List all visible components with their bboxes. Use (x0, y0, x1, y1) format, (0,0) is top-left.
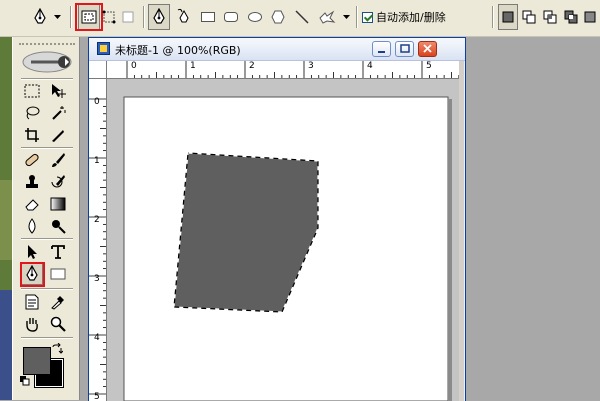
auto-add-delete-label: 自动添加/删除 (376, 11, 446, 24)
separator (356, 6, 357, 28)
horizontal-ruler[interactable]: 0 1 2 3 4 5 (107, 61, 459, 79)
options-bar: 自动添加/删除 (0, 0, 600, 37)
polygon-icon[interactable] (268, 5, 288, 29)
highlight-box (20, 262, 45, 287)
ruler-x-label: 4 (367, 61, 373, 71)
ruler-x-label: 3 (308, 61, 314, 71)
crop-icon[interactable] (22, 125, 42, 145)
default-colors-icon[interactable] (19, 375, 31, 387)
marquee-icon[interactable] (22, 81, 42, 101)
freeform-pen-icon[interactable] (174, 5, 194, 29)
ruler-x-label: 2 (249, 61, 255, 71)
swap-colors-icon[interactable] (51, 343, 63, 355)
healing-brush-icon[interactable] (22, 150, 42, 170)
separator (21, 147, 73, 148)
maximize-button[interactable] (395, 41, 414, 57)
ruler-y-label: 3 (94, 274, 100, 284)
vertical-ruler-ticks (89, 98, 106, 395)
adobe-logo-icon[interactable] (21, 50, 73, 74)
rectangle-icon[interactable] (198, 5, 218, 29)
ruler-y-label: 0 (94, 97, 100, 107)
document-window: 未标题-1 @ 100%(RGB) 0 1 2 3 4 5 0 1 2 3 4 … (88, 37, 466, 401)
horizontal-ruler-ticks (126, 61, 459, 78)
dodge-icon[interactable] (48, 216, 68, 236)
clone-stamp-icon[interactable] (22, 172, 42, 192)
dropdown-arrow-icon[interactable] (52, 5, 62, 29)
pen-icon[interactable] (148, 4, 170, 30)
eyedropper-icon[interactable] (48, 292, 68, 312)
rectangle-icon[interactable] (48, 264, 68, 284)
photoshop-doc-icon (97, 42, 110, 55)
dropdown-arrow-icon[interactable] (341, 5, 351, 29)
pen-tool-icon[interactable] (30, 5, 50, 29)
canvas-svg (123, 96, 452, 401)
ruler-corner[interactable] (89, 61, 107, 79)
ruler-y-label: 1 (94, 156, 100, 166)
type-icon[interactable] (48, 242, 68, 262)
gradient-icon[interactable] (48, 194, 68, 214)
canvas-area[interactable] (107, 79, 459, 401)
desktop-background (0, 180, 12, 260)
lasso-icon[interactable] (22, 103, 42, 123)
combine-icon[interactable] (583, 5, 597, 29)
subtract-icon[interactable] (520, 5, 538, 29)
vertical-ruler[interactable]: 0 1 2 3 4 5 (89, 79, 107, 401)
separator (492, 6, 493, 28)
canvas-shadow (448, 99, 452, 401)
close-button[interactable] (418, 41, 437, 57)
vertical-scrollbar[interactable] (459, 61, 464, 401)
magic-wand-icon[interactable] (48, 103, 68, 123)
foreground-color-swatch[interactable] (23, 347, 51, 375)
separator (21, 78, 73, 79)
auto-add-delete-option[interactable]: 自动添加/删除 (362, 9, 446, 25)
eraser-icon[interactable] (22, 194, 42, 214)
line-icon[interactable] (292, 5, 312, 29)
notes-icon[interactable] (22, 292, 42, 312)
exclude-icon[interactable] (562, 5, 580, 29)
ruler-x-label: 5 (426, 61, 432, 71)
separator (21, 238, 73, 239)
history-brush-icon[interactable] (48, 172, 68, 192)
minimize-button[interactable] (372, 41, 391, 57)
separator (21, 288, 73, 289)
ruler-x-label: 1 (190, 61, 196, 71)
separator (143, 6, 144, 28)
rounded-rectangle-icon[interactable] (221, 5, 241, 29)
zoom-icon[interactable] (48, 314, 68, 334)
document-titlebar[interactable]: 未标题-1 @ 100%(RGB) (89, 38, 465, 61)
intersect-icon[interactable] (541, 5, 559, 29)
hand-icon[interactable] (22, 314, 42, 334)
desktop-background (0, 290, 12, 400)
ruler-y-label: 2 (94, 215, 100, 225)
custom-shape-icon[interactable] (315, 5, 339, 29)
ruler-y-label: 4 (94, 333, 100, 343)
separator (21, 337, 73, 338)
ellipse-icon[interactable] (245, 5, 265, 29)
brush-icon[interactable] (48, 150, 68, 170)
slice-icon[interactable] (48, 125, 68, 145)
ruler-x-label: 0 (131, 61, 137, 71)
add-to-area-icon[interactable] (498, 4, 518, 30)
move-icon[interactable] (48, 81, 68, 101)
path-selection-icon[interactable] (22, 242, 42, 262)
document-title: 未标题-1 @ 100%(RGB) (115, 44, 241, 57)
blur-icon[interactable] (22, 216, 42, 236)
paths-icon[interactable] (100, 5, 118, 29)
tools-palette (12, 37, 80, 400)
highlight-box (75, 3, 103, 31)
separator (70, 6, 71, 28)
fill-pixels-icon[interactable] (119, 5, 137, 29)
auto-add-delete-checkbox[interactable] (362, 11, 373, 23)
